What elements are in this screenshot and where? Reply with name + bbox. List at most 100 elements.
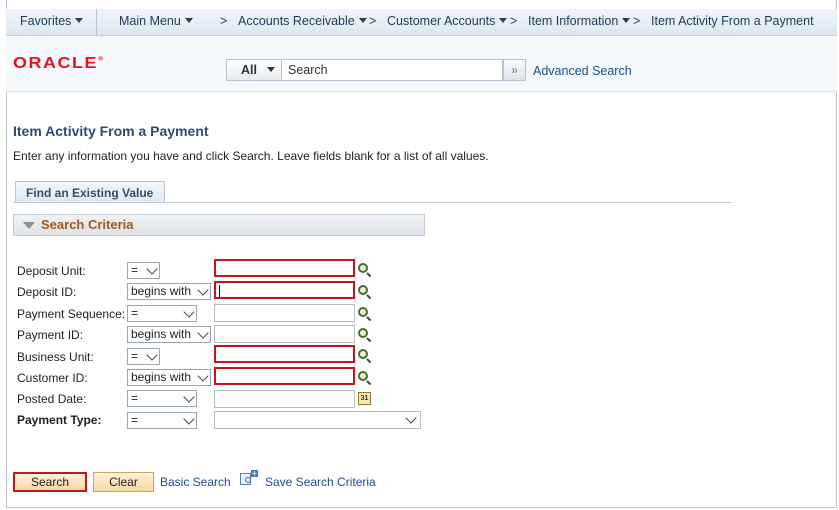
- breadcrumb-customer-accounts[interactable]: Customer Accounts: [387, 14, 508, 28]
- breadcrumb: Favorites Main Menu > Accounts Receivabl…: [6, 9, 837, 36]
- save-search-criteria-link[interactable]: Save Search Criteria: [265, 475, 376, 489]
- magnifier-handle: [366, 272, 372, 278]
- operator-value: begins with: [131, 370, 192, 384]
- chevron-down-icon: [146, 349, 158, 361]
- magnifier-icon: [358, 371, 368, 381]
- advanced-search-link[interactable]: Advanced Search: [533, 64, 632, 78]
- payment-id-field[interactable]: [214, 325, 355, 343]
- search-go-button[interactable]: »: [503, 59, 526, 81]
- item-information-label: Item Information: [528, 14, 619, 28]
- customer-accounts-label: Customer Accounts: [387, 14, 496, 28]
- main-menu[interactable]: Main Menu: [119, 14, 193, 28]
- basic-search-link[interactable]: Basic Search: [160, 475, 231, 489]
- deposit-unit-operator[interactable]: =: [127, 262, 160, 279]
- payment-id-operator[interactable]: begins with: [127, 326, 211, 343]
- payment-sequence-label: Payment Sequence:: [17, 307, 126, 321]
- search-input[interactable]: Search: [281, 59, 503, 81]
- deposit-id-operator[interactable]: begins with: [127, 283, 211, 300]
- chevron-down-icon: [183, 306, 195, 318]
- payment-type-select[interactable]: [214, 411, 421, 429]
- operator-value: begins with: [131, 327, 192, 341]
- breadcrumb-separator: >: [369, 14, 377, 28]
- payment-sequence-field[interactable]: [214, 304, 355, 322]
- page-title: Item Activity From a Payment: [13, 123, 209, 139]
- magnifier-handle: [366, 337, 372, 343]
- tab-divider: [13, 202, 732, 203]
- posted-date-field[interactable]: [214, 390, 355, 408]
- registered-mark: ®: [98, 56, 104, 63]
- business-unit-operator[interactable]: =: [127, 348, 160, 365]
- breadcrumb-separator: >: [220, 14, 228, 28]
- chevron-down-icon: [622, 18, 631, 23]
- magnifier-handle: [366, 316, 372, 322]
- customer-id-operator[interactable]: begins with: [127, 369, 211, 386]
- chevron-down-icon: [184, 18, 193, 23]
- search-scope-value: All: [241, 63, 257, 77]
- magnifier-icon: [358, 285, 368, 295]
- chevron-down-icon: [146, 263, 158, 275]
- search-criteria-title: Search Criteria: [41, 217, 134, 232]
- magnifier-icon: [358, 307, 368, 317]
- favorites-menu[interactable]: Favorites: [20, 14, 84, 28]
- payment-id-label: Payment ID:: [17, 328, 84, 342]
- clear-button[interactable]: Clear: [93, 472, 154, 492]
- favorites-label: Favorites: [20, 14, 72, 28]
- oracle-logo: ORACLE®: [13, 55, 103, 73]
- business-unit-label: Business Unit:: [17, 350, 94, 364]
- operator-value: =: [131, 306, 139, 320]
- deposit-id-label: Deposit ID:: [17, 285, 77, 299]
- search-criteria-header[interactable]: Search Criteria: [13, 214, 425, 236]
- customer-id-label: Customer ID:: [17, 371, 88, 385]
- breadcrumb-separator: >: [510, 14, 518, 28]
- deposit-unit-label: Deposit Unit:: [17, 264, 86, 278]
- chevron-down-icon: [499, 18, 508, 23]
- payment-id-lookup[interactable]: [358, 328, 372, 343]
- posted-date-operator[interactable]: =: [127, 390, 197, 407]
- magnifier-handle: [366, 358, 372, 364]
- payment-type-label: Payment Type:: [17, 413, 102, 427]
- chevron-down-icon: [75, 18, 84, 23]
- customer-id-lookup[interactable]: [358, 371, 372, 386]
- operator-value: =: [131, 391, 139, 405]
- business-unit-field[interactable]: [214, 345, 355, 363]
- operator-value: =: [131, 349, 139, 363]
- chevron-down-icon: [197, 327, 209, 339]
- deposit-unit-lookup[interactable]: [358, 263, 372, 278]
- operator-value: begins with: [131, 284, 192, 298]
- tab-find-existing-value[interactable]: Find an Existing Value: [15, 181, 165, 203]
- operator-value: =: [131, 413, 139, 427]
- breadcrumb-current-page: Item Activity From a Payment: [651, 14, 814, 28]
- collapse-triangle-icon: [23, 222, 35, 229]
- page-instructions: Enter any information you have and click…: [13, 149, 489, 163]
- operator-value: =: [131, 263, 139, 277]
- deposit-unit-field[interactable]: [214, 259, 355, 277]
- breadcrumb-divider: [96, 9, 97, 35]
- magnifier-icon: [358, 349, 368, 359]
- chevron-down-icon: [197, 284, 209, 296]
- main-menu-label: Main Menu: [119, 14, 181, 28]
- save-search-icon[interactable]: +: [240, 469, 258, 485]
- business-unit-lookup[interactable]: [358, 349, 372, 364]
- magnifier-icon: [358, 328, 368, 338]
- breadcrumb-item-information[interactable]: Item Information: [528, 14, 631, 28]
- payment-type-operator[interactable]: =: [127, 412, 197, 429]
- deposit-id-lookup[interactable]: [358, 285, 372, 300]
- search-button[interactable]: Search: [13, 472, 87, 492]
- payment-sequence-lookup[interactable]: [358, 307, 372, 322]
- chevron-down-icon: [358, 18, 367, 23]
- posted-date-label: Posted Date:: [17, 392, 87, 406]
- search-scope-select[interactable]: All: [226, 59, 282, 81]
- breadcrumb-accounts-receivable[interactable]: Accounts Receivable: [238, 14, 367, 28]
- payment-sequence-operator[interactable]: =: [127, 305, 197, 322]
- customer-id-field[interactable]: [214, 367, 355, 385]
- oracle-logo-text: ORACLE: [13, 54, 98, 72]
- accounts-receivable-label: Accounts Receivable: [238, 14, 355, 28]
- deposit-id-field[interactable]: [214, 281, 355, 299]
- chevron-down-icon: [197, 370, 209, 382]
- calendar-icon[interactable]: 31: [358, 392, 371, 405]
- magnifier-icon: [245, 477, 251, 483]
- chevron-down-icon: [405, 412, 417, 424]
- plus-icon: +: [251, 469, 258, 478]
- text-cursor: [219, 285, 220, 297]
- chevron-down-icon: [266, 67, 275, 72]
